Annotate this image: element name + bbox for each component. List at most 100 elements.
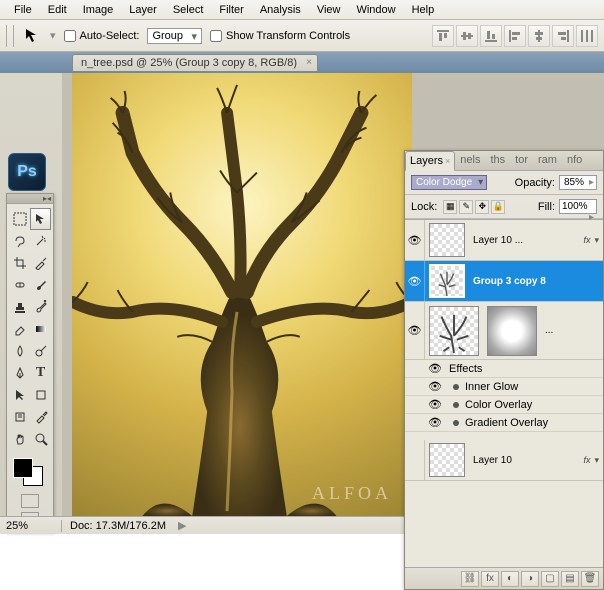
collapse-arrows-icon[interactable]: ▸◂ xyxy=(43,194,51,203)
layer-mask-thumbnail[interactable] xyxy=(487,306,537,356)
layer-row-selected[interactable]: 👁 Group 3 copy 8 xyxy=(405,261,603,302)
blur-tool[interactable] xyxy=(9,340,30,362)
fill-input[interactable]: 100% xyxy=(559,199,597,214)
tools-header[interactable]: ▸◂ xyxy=(7,194,53,204)
layer-thumbnail[interactable] xyxy=(429,264,465,298)
effects-header[interactable]: 👁 Effects xyxy=(405,360,603,378)
align-vcenter-icon[interactable] xyxy=(456,25,478,47)
show-transform-checkbox[interactable]: Show Transform Controls xyxy=(210,30,350,42)
new-layer-icon[interactable]: ▤ xyxy=(561,571,579,587)
visibility-toggle[interactable]: 👁 xyxy=(425,416,445,429)
move-tool[interactable] xyxy=(30,208,51,230)
layer-name[interactable]: ... xyxy=(541,325,603,336)
layer-thumbnail[interactable] xyxy=(429,223,465,257)
eyedropper-tool[interactable] xyxy=(30,406,51,428)
menu-window[interactable]: Window xyxy=(348,2,403,18)
tab-paths[interactable]: ths xyxy=(485,150,510,170)
lock-position-icon[interactable]: ✥ xyxy=(475,200,489,214)
eraser-tool[interactable] xyxy=(9,318,30,340)
menu-edit[interactable]: Edit xyxy=(40,2,75,18)
show-transform-input[interactable] xyxy=(210,30,222,42)
close-tab-icon[interactable]: × xyxy=(306,57,312,68)
lock-paint-icon[interactable]: ✎ xyxy=(459,200,473,214)
tool-preset-dropdown[interactable]: ▾ xyxy=(50,29,56,42)
menu-help[interactable]: Help xyxy=(404,2,443,18)
tab-layers[interactable]: Layers× xyxy=(405,151,455,171)
notes-tool[interactable] xyxy=(9,406,30,428)
heal-tool[interactable] xyxy=(9,274,30,296)
history-brush-tool[interactable] xyxy=(30,296,51,318)
effect-item[interactable]: 👁 Color Overlay xyxy=(405,396,603,414)
layer-thumbnail[interactable] xyxy=(429,306,479,356)
pen-tool[interactable] xyxy=(9,362,30,384)
menu-layer[interactable]: Layer xyxy=(121,2,165,18)
chevron-down-icon[interactable]: ▾ xyxy=(594,455,603,466)
foreground-color-swatch[interactable] xyxy=(13,458,33,478)
shape-tool[interactable] xyxy=(30,384,51,406)
quickmask-button[interactable] xyxy=(21,494,39,508)
visibility-toggle[interactable]: 👁 xyxy=(425,398,445,411)
layer-name[interactable]: Layer 10 xyxy=(469,455,583,466)
visibility-toggle[interactable]: 👁 xyxy=(405,302,425,359)
layer-name[interactable]: Layer 10 ... xyxy=(469,235,583,246)
align-right-icon[interactable] xyxy=(552,25,574,47)
gradient-tool[interactable] xyxy=(30,318,51,340)
menu-image[interactable]: Image xyxy=(75,2,122,18)
distribute-icon[interactable] xyxy=(576,25,598,47)
menu-file[interactable]: File xyxy=(6,2,40,18)
layer-row[interactable]: 👁 ... xyxy=(405,302,603,360)
color-swatches[interactable] xyxy=(9,456,51,490)
align-bottom-icon[interactable] xyxy=(480,25,502,47)
layer-row[interactable]: Layer 10 fx ▾ xyxy=(405,440,603,481)
dodge-tool[interactable] xyxy=(30,340,51,362)
align-hcenter-icon[interactable] xyxy=(528,25,550,47)
effect-item[interactable]: 👁 Inner Glow xyxy=(405,378,603,396)
hand-tool[interactable] xyxy=(9,428,30,450)
adjustment-layer-icon[interactable]: ◑ xyxy=(521,571,539,587)
blend-mode-dropdown[interactable]: Color Dodge xyxy=(411,175,487,190)
tab-history[interactable]: tor xyxy=(510,150,533,170)
visibility-toggle[interactable] xyxy=(405,440,425,480)
document-canvas[interactable]: ALFOA xyxy=(72,73,412,516)
tab-info[interactable]: nfo xyxy=(562,150,587,170)
close-icon[interactable]: × xyxy=(445,156,450,166)
menu-view[interactable]: View xyxy=(309,2,349,18)
stamp-tool[interactable] xyxy=(9,296,30,318)
layer-row[interactable]: 👁 Layer 10 ... fx ▾ xyxy=(405,220,603,261)
opacity-input[interactable]: 85% xyxy=(559,175,597,190)
options-grip[interactable] xyxy=(6,25,14,47)
visibility-toggle[interactable]: 👁 xyxy=(425,380,445,393)
lock-transparent-icon[interactable]: ▦ xyxy=(443,200,457,214)
brush-tool[interactable] xyxy=(30,274,51,296)
visibility-toggle[interactable]: 👁 xyxy=(405,261,425,301)
status-menu-icon[interactable]: ▶ xyxy=(178,519,186,532)
auto-select-input[interactable] xyxy=(64,30,76,42)
tab-channels[interactable]: nels xyxy=(455,150,485,170)
lock-all-icon[interactable]: 🔒 xyxy=(491,200,505,214)
visibility-toggle[interactable]: 👁 xyxy=(425,362,445,375)
crop-tool[interactable] xyxy=(9,252,30,274)
document-tab[interactable]: n_tree.psd @ 25% (Group 3 copy 8, RGB/8)… xyxy=(72,54,318,71)
zoom-level[interactable]: 25% xyxy=(0,520,62,532)
align-top-icon[interactable] xyxy=(432,25,454,47)
delete-layer-icon[interactable]: 🗑 xyxy=(581,571,599,587)
marquee-tool[interactable] xyxy=(9,208,30,230)
layer-mask-icon[interactable]: ◐ xyxy=(501,571,519,587)
menu-select[interactable]: Select xyxy=(165,2,212,18)
wand-tool[interactable] xyxy=(30,230,51,252)
slice-tool[interactable] xyxy=(30,252,51,274)
tab-histogram[interactable]: ram xyxy=(533,150,562,170)
menu-filter[interactable]: Filter xyxy=(211,2,251,18)
visibility-toggle[interactable]: 👁 xyxy=(405,220,425,260)
effect-item[interactable]: 👁 Gradient Overlay xyxy=(405,414,603,432)
layer-thumbnail[interactable] xyxy=(429,443,465,477)
layer-name[interactable]: Group 3 copy 8 xyxy=(469,276,603,287)
auto-select-mode-dropdown[interactable]: Group xyxy=(147,28,202,44)
align-left-icon[interactable] xyxy=(504,25,526,47)
menu-analysis[interactable]: Analysis xyxy=(252,2,309,18)
new-group-icon[interactable]: ▢ xyxy=(541,571,559,587)
zoom-tool[interactable] xyxy=(30,428,51,450)
type-tool[interactable]: T xyxy=(30,362,51,384)
link-layers-icon[interactable]: ⛓ xyxy=(461,571,479,587)
chevron-down-icon[interactable]: ▾ xyxy=(594,235,603,246)
